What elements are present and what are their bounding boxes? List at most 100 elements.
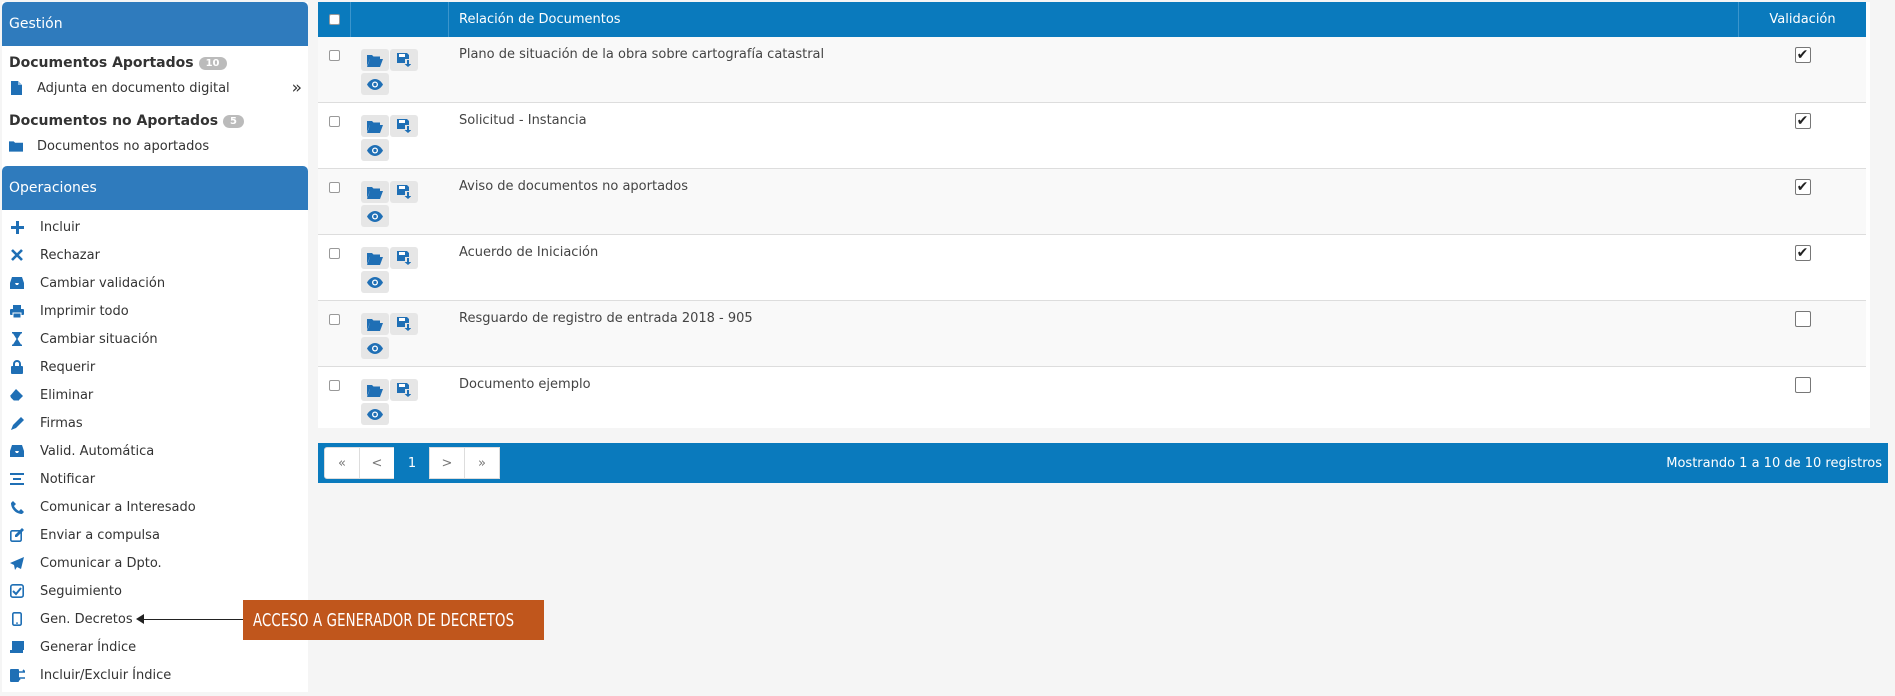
plus-icon [9, 219, 25, 235]
row-actions-cell [351, 235, 449, 300]
view-eye-icon[interactable] [361, 403, 389, 425]
table-row[interactable]: Acuerdo de Iniciación ✔ [318, 235, 1866, 301]
row-select-checkbox[interactable] [329, 248, 340, 259]
open-folder-icon[interactable] [361, 181, 389, 203]
hourglass-icon [9, 331, 25, 347]
validation-checkbox[interactable]: ✔ [1794, 113, 1811, 129]
file-icon [9, 80, 23, 96]
row-actions-cell [351, 37, 449, 102]
op-valid-automatica[interactable]: Valid. Automática [2, 437, 308, 465]
table-row[interactable]: Documento ejemplo [318, 367, 1866, 428]
inbox-icon [9, 443, 25, 459]
table-row[interactable]: Aviso de documentos no aportados ✔ [318, 169, 1866, 235]
op-comunicar-interesado[interactable]: Comunicar a Interesado [2, 493, 308, 521]
op-cambiar-situacion[interactable]: Cambiar situación [2, 325, 308, 353]
select-all-cell [318, 2, 351, 37]
row-select-checkbox[interactable] [329, 182, 340, 193]
row-select-checkbox[interactable] [329, 380, 340, 391]
view-eye-icon[interactable] [361, 337, 389, 359]
download-save-icon[interactable] [390, 115, 418, 137]
row-select-checkbox[interactable] [329, 314, 340, 325]
op-incluir[interactable]: Incluir [2, 213, 308, 241]
document-name[interactable]: Plano de situación de la obra sobre cart… [449, 37, 1739, 102]
tablet-icon [9, 611, 25, 627]
op-enviar-compulsa[interactable]: Enviar a compulsa [2, 521, 308, 549]
download-save-icon[interactable] [390, 313, 418, 335]
download-save-icon[interactable] [390, 247, 418, 269]
last-page-button[interactable]: » [464, 447, 500, 479]
download-save-icon[interactable] [390, 379, 418, 401]
prev-page-button[interactable]: < [359, 447, 395, 479]
select-all-checkbox[interactable] [328, 14, 340, 25]
op-notificar[interactable]: Notificar [2, 465, 308, 493]
validation-checkbox[interactable]: ✔ [1794, 179, 1811, 195]
document-name[interactable]: Acuerdo de Iniciación [449, 235, 1739, 300]
sidebar: Gestión Documentos Aportados 10 Adjunta … [2, 2, 308, 692]
validation-cell [1739, 301, 1866, 366]
open-folder-icon[interactable] [361, 115, 389, 137]
eraser-icon [9, 387, 25, 403]
op-imprimir-todo[interactable]: Imprimir todo [2, 297, 308, 325]
op-incluir-excluir-indice[interactable]: Incluir/Excluir Índice [2, 661, 308, 689]
validacion-header[interactable]: Validación [1739, 2, 1866, 37]
print-icon [9, 303, 25, 319]
records-info: Mostrando 1 a 10 de 10 registros [1666, 455, 1882, 471]
row-select-cell [318, 169, 351, 234]
next-page-button[interactable]: > [429, 447, 465, 479]
op-cambiar-validacion[interactable]: Cambiar validación [2, 269, 308, 297]
table-body: Plano de situación de la obra sobre cart… [318, 37, 1866, 428]
book-icon [9, 639, 25, 655]
open-folder-icon[interactable] [361, 247, 389, 269]
document-name[interactable]: Documento ejemplo [449, 367, 1739, 428]
table-row[interactable]: Plano de situación de la obra sobre cart… [318, 37, 1866, 103]
row-select-cell [318, 37, 351, 102]
view-eye-icon[interactable] [361, 271, 389, 293]
gestion-group: Documentos Aportados 10 Adjunta en docum… [2, 46, 308, 162]
download-save-icon[interactable] [390, 181, 418, 203]
row-select-checkbox[interactable] [329, 116, 340, 127]
callout-line [140, 619, 244, 620]
pagination-bar: « < 1 > » Mostrando 1 a 10 de 10 registr… [318, 443, 1888, 483]
document-name[interactable]: Resguardo de registro de entrada 2018 - … [449, 301, 1739, 366]
view-eye-icon[interactable] [361, 205, 389, 227]
download-save-icon[interactable] [390, 49, 418, 71]
folder-icon [9, 138, 23, 154]
op-comunicar-dpto[interactable]: Comunicar a Dpto. [2, 549, 308, 577]
op-eliminar[interactable]: Eliminar [2, 381, 308, 409]
validation-checkbox[interactable] [1794, 311, 1811, 327]
table-row[interactable]: Resguardo de registro de entrada 2018 - … [318, 301, 1866, 367]
annotation-callout: ACCESO A GENERADOR DE DECRETOS [243, 600, 544, 640]
first-page-button[interactable]: « [324, 447, 360, 479]
actions-header-cell [351, 2, 449, 37]
page-1-button[interactable]: 1 [394, 447, 430, 479]
view-eye-icon[interactable] [361, 139, 389, 161]
operaciones-title: Operaciones [9, 180, 97, 196]
validation-checkbox[interactable] [1794, 377, 1811, 393]
open-folder-icon[interactable] [361, 379, 389, 401]
exchange-icon [9, 667, 25, 683]
row-actions-cell [351, 301, 449, 366]
document-name[interactable]: Solicitud - Instancia [449, 103, 1739, 168]
op-requerir[interactable]: Requerir [2, 353, 308, 381]
op-rechazar[interactable]: Rechazar [2, 241, 308, 269]
open-folder-icon[interactable] [361, 313, 389, 335]
documentos-no-aportados-item[interactable]: Documentos no aportados [2, 133, 308, 159]
align-center-icon [9, 471, 25, 487]
double-chevron-right-icon[interactable]: » [292, 78, 302, 98]
documentos-no-aportados-title[interactable]: Documentos no Aportados 5 [2, 109, 308, 133]
op-firmas[interactable]: Firmas [2, 409, 308, 437]
row-select-checkbox[interactable] [329, 50, 340, 61]
validation-checkbox[interactable]: ✔ [1794, 245, 1811, 261]
paper-plane-icon [9, 555, 25, 571]
adjunta-documento-digital-item[interactable]: Adjunta en documento digital » [2, 75, 308, 101]
open-folder-icon[interactable] [361, 49, 389, 71]
row-actions-cell [351, 103, 449, 168]
documentos-aportados-title[interactable]: Documentos Aportados 10 [2, 51, 308, 75]
validation-cell: ✔ [1739, 103, 1866, 168]
document-name[interactable]: Aviso de documentos no aportados [449, 169, 1739, 234]
table-row[interactable]: Solicitud - Instancia ✔ [318, 103, 1866, 169]
validation-checkbox[interactable]: ✔ [1794, 47, 1811, 63]
validation-cell: ✔ [1739, 235, 1866, 300]
relacion-header[interactable]: Relación de Documentos [449, 2, 1739, 37]
view-eye-icon[interactable] [361, 73, 389, 95]
